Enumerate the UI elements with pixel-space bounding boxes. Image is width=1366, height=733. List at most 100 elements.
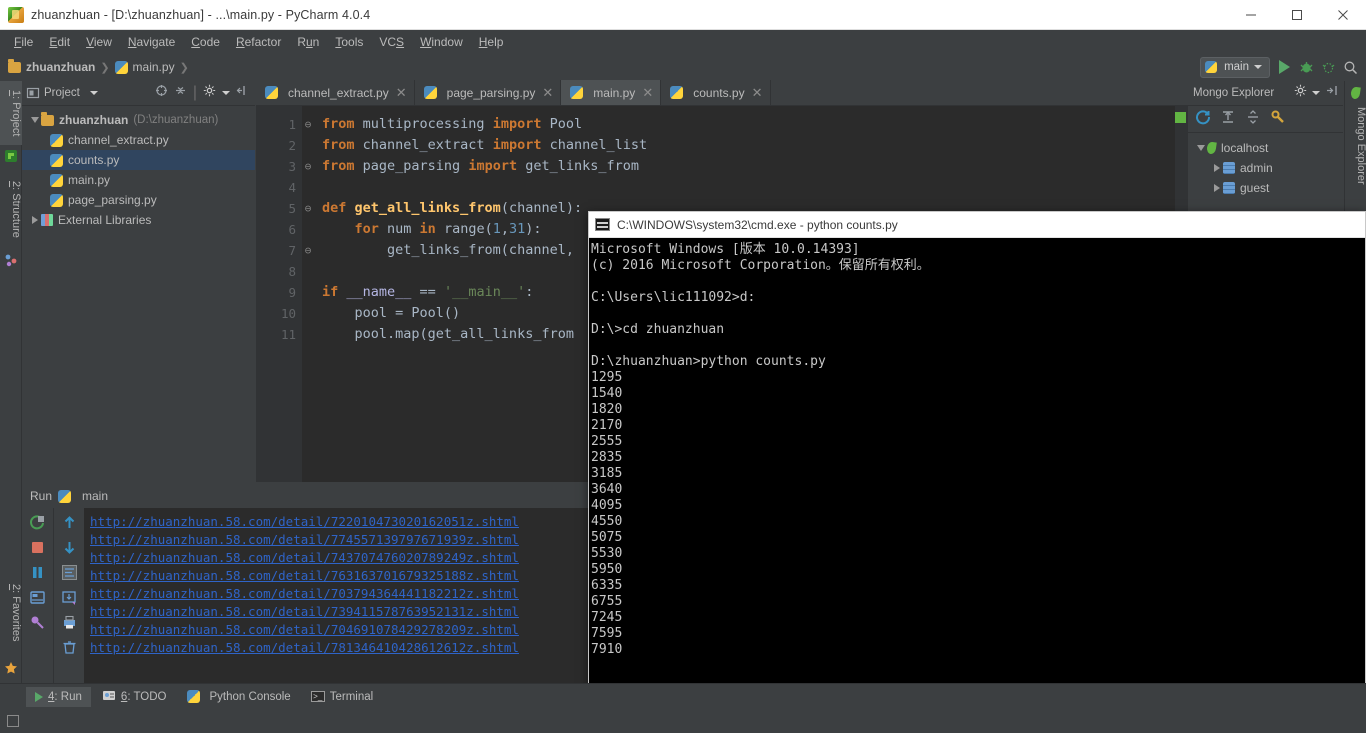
scroll-up-icon[interactable] — [61, 514, 78, 531]
clear-all-icon[interactable] — [61, 639, 78, 656]
console-link[interactable]: http://zhuanzhuan.58.com/detail/70379436… — [90, 585, 588, 603]
console-link[interactable]: http://zhuanzhuan.58.com/detail/74370747… — [90, 549, 588, 567]
menu-edit[interactable]: Edit — [41, 33, 78, 51]
debug-button[interactable] — [1299, 60, 1314, 75]
run-icon — [35, 691, 43, 702]
pin-icon[interactable] — [29, 614, 46, 631]
fold-marker[interactable]: ⊖ — [302, 156, 314, 177]
tab-page-parsing[interactable]: page_parsing.py ✕ — [415, 80, 562, 105]
expand-toggle-icon[interactable] — [28, 117, 41, 123]
tree-row-project-root[interactable]: zhuanzhuan (D:\zhuanzhuan) — [22, 110, 255, 130]
memory-indicator[interactable] — [7, 715, 19, 727]
mongo-tree-row-admin[interactable]: admin — [1188, 158, 1343, 178]
settings-chevron-down-icon[interactable] — [222, 91, 230, 95]
tree-row-channel-extract[interactable]: channel_extract.py — [22, 130, 255, 150]
mongo-tree-row-guest[interactable]: guest — [1188, 178, 1343, 198]
settings-gear-icon[interactable] — [1294, 84, 1307, 102]
tree-label: External Libraries — [58, 213, 152, 227]
export-icon[interactable] — [61, 589, 78, 606]
sidebar-item-structure[interactable]: 2: Structure — [0, 169, 22, 249]
tree-row-main[interactable]: main.py — [22, 170, 255, 190]
menu-window[interactable]: Window — [412, 33, 471, 51]
stop-icon[interactable] — [29, 539, 46, 556]
rerun-icon[interactable] — [29, 514, 46, 531]
mongo-panel-title: Mongo Explorer — [1193, 87, 1275, 99]
hide-panel-icon[interactable] — [1325, 84, 1338, 102]
mongo-tree-row-localhost[interactable]: localhost — [1188, 138, 1343, 158]
cmd-line — [591, 306, 1365, 322]
code-folding-gutter[interactable]: ⊖ ⊖ ⊖ ⊖ — [302, 106, 314, 482]
cmd-window[interactable]: C:\WINDOWS\system32\cmd.exe - python cou… — [588, 211, 1366, 720]
fold-marker[interactable]: ⊖ — [302, 114, 314, 135]
chevron-down-icon[interactable] — [1312, 91, 1320, 95]
statusbar-tab-terminal[interactable]: >_ Terminal — [302, 687, 382, 707]
menu-help[interactable]: Help — [471, 33, 512, 51]
close-icon[interactable]: ✕ — [396, 85, 407, 101]
scroll-from-source-icon[interactable] — [155, 84, 168, 102]
console-link[interactable]: http://zhuanzhuan.58.com/detail/73941157… — [90, 603, 588, 621]
console-link[interactable]: http://zhuanzhuan.58.com/detail/72201047… — [90, 513, 588, 531]
menu-file[interactable]: File — [6, 33, 41, 51]
maximize-button[interactable] — [1274, 0, 1320, 30]
project-view-chevron-down-icon[interactable] — [89, 91, 98, 95]
refresh-icon[interactable] — [1195, 109, 1211, 130]
close-icon[interactable]: ✕ — [542, 85, 553, 101]
settings-gear-icon[interactable] — [203, 84, 216, 102]
statusbar-tab-todo[interactable]: 6: TODO — [93, 687, 176, 707]
breadcrumb-file[interactable]: main.py — [133, 60, 175, 74]
close-button[interactable] — [1320, 0, 1366, 30]
console-link[interactable]: http://zhuanzhuan.58.com/detail/78134641… — [90, 639, 588, 657]
tree-row-counts[interactable]: counts.py — [22, 150, 255, 170]
tree-row-page-parsing[interactable]: page_parsing.py — [22, 190, 255, 210]
close-icon[interactable]: ✕ — [642, 85, 653, 101]
sidebar-item-project[interactable]: 1: Project — [0, 81, 22, 145]
menu-view[interactable]: View — [78, 33, 120, 51]
print-icon[interactable] — [61, 614, 78, 631]
tree-row-external-libraries[interactable]: External Libraries — [22, 210, 255, 230]
tab-channel-extract[interactable]: channel_extract.py ✕ — [256, 80, 415, 105]
minimize-button[interactable] — [1228, 0, 1274, 30]
expand-toggle-icon[interactable] — [1194, 145, 1207, 151]
soft-wrap-icon[interactable] — [61, 564, 78, 581]
menu-run[interactable]: Run — [289, 33, 327, 51]
tab-counts[interactable]: counts.py ✕ — [661, 80, 771, 105]
scroll-down-icon[interactable] — [61, 539, 78, 556]
menu-navigate[interactable]: Navigate — [120, 33, 183, 51]
run-configuration-selector[interactable]: main — [1200, 56, 1270, 78]
coverage-button[interactable] — [1321, 60, 1336, 75]
collapse-all-icon[interactable] — [174, 84, 187, 102]
cmd-console-output[interactable]: Microsoft Windows [版本 10.0.14393] (c) 201… — [589, 238, 1365, 719]
project-tree[interactable]: zhuanzhuan (D:\zhuanzhuan) channel_extra… — [22, 106, 255, 482]
console-link[interactable]: http://zhuanzhuan.58.com/detail/70469107… — [90, 621, 588, 639]
tab-main[interactable]: main.py ✕ — [561, 80, 662, 105]
close-icon[interactable]: ✕ — [752, 85, 763, 101]
fold-marker[interactable]: ⊖ — [302, 240, 314, 261]
line-number: 7 — [288, 243, 296, 258]
collapse-icon[interactable] — [1220, 109, 1236, 130]
expand-toggle-icon[interactable] — [1210, 184, 1223, 192]
breadcrumb-project[interactable]: zhuanzhuan — [26, 60, 95, 74]
statusbar-tab-run[interactable]: 4: Run — [26, 686, 91, 707]
menu-code[interactable]: Code — [183, 33, 228, 51]
expand-toggle-icon[interactable] — [1210, 164, 1223, 172]
menu-refactor[interactable]: Refactor — [228, 33, 289, 51]
console-link[interactable]: http://zhuanzhuan.58.com/detail/76316370… — [90, 567, 588, 585]
statusbar-label: Terminal — [329, 690, 374, 703]
expand-icon[interactable] — [1245, 109, 1261, 130]
run-button[interactable] — [1277, 60, 1292, 75]
console-icon[interactable] — [29, 589, 46, 606]
fold-marker[interactable]: ⊖ — [302, 198, 314, 219]
console-link[interactable]: http://zhuanzhuan.58.com/detail/77455713… — [90, 531, 588, 549]
settings-icon[interactable] — [1270, 109, 1286, 130]
sidebar-item-favorites[interactable]: 2: Favorites — [0, 570, 22, 656]
expand-toggle-icon[interactable] — [28, 216, 41, 224]
run-console-output[interactable]: http://zhuanzhuan.58.com/detail/72201047… — [84, 508, 588, 683]
menu-vcs[interactable]: VCS — [371, 33, 412, 51]
statusbar-tab-python-console[interactable]: Python Console — [178, 687, 300, 707]
sidebar-item-mongo-explorer[interactable]: Mongo Explorer — [1345, 81, 1366, 211]
pause-icon[interactable] — [29, 564, 46, 581]
search-everywhere-icon[interactable] — [1343, 60, 1358, 75]
menu-tools[interactable]: Tools — [327, 33, 371, 51]
hide-panel-icon[interactable] — [236, 84, 249, 102]
cmd-line: Microsoft Windows [版本 10.0.14393] — [591, 242, 860, 257]
